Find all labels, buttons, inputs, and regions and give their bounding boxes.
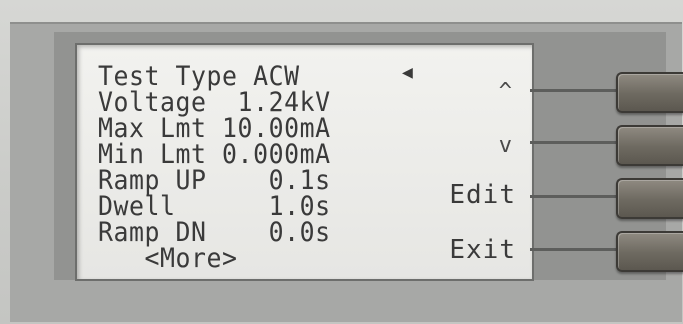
softkey-down-button[interactable] [616, 125, 683, 166]
softkey-3-leader [530, 195, 618, 198]
exit-label: Exit [449, 235, 516, 265]
softkey-2-leader [530, 141, 618, 144]
down-arrow-icon: v [498, 133, 512, 158]
softkey-4-leader [530, 248, 618, 251]
line-more: <More> [98, 243, 238, 274]
line-voltage: Voltage 1.24kV [98, 87, 331, 118]
line-test-type: Test Type ACW [98, 61, 300, 92]
lcd-screen: Test Type ACW ◀ Voltage 1.24kV Max Lmt 1… [75, 43, 534, 281]
softkey-edit-button[interactable] [616, 178, 683, 219]
left-triangle-icon: ◀ [402, 62, 413, 83]
up-arrow-icon: ^ [498, 79, 512, 104]
line-max-limit: Max Lmt 10.00mA [98, 113, 331, 144]
line-ramp-up: Ramp UP 0.1s [98, 165, 331, 196]
line-min-limit: Min Lmt 0.000mA [98, 139, 331, 170]
edit-label: Edit [449, 180, 516, 210]
softkey-exit-button[interactable] [616, 231, 683, 272]
line-dwell: Dwell 1.0s [98, 191, 331, 222]
line-ramp-down: Ramp DN 0.0s [98, 217, 331, 248]
softkey-up-button[interactable] [616, 72, 683, 113]
softkey-1-leader [530, 89, 618, 92]
instrument-panel: Test Type ACW ◀ Voltage 1.24kV Max Lmt 1… [0, 0, 683, 324]
